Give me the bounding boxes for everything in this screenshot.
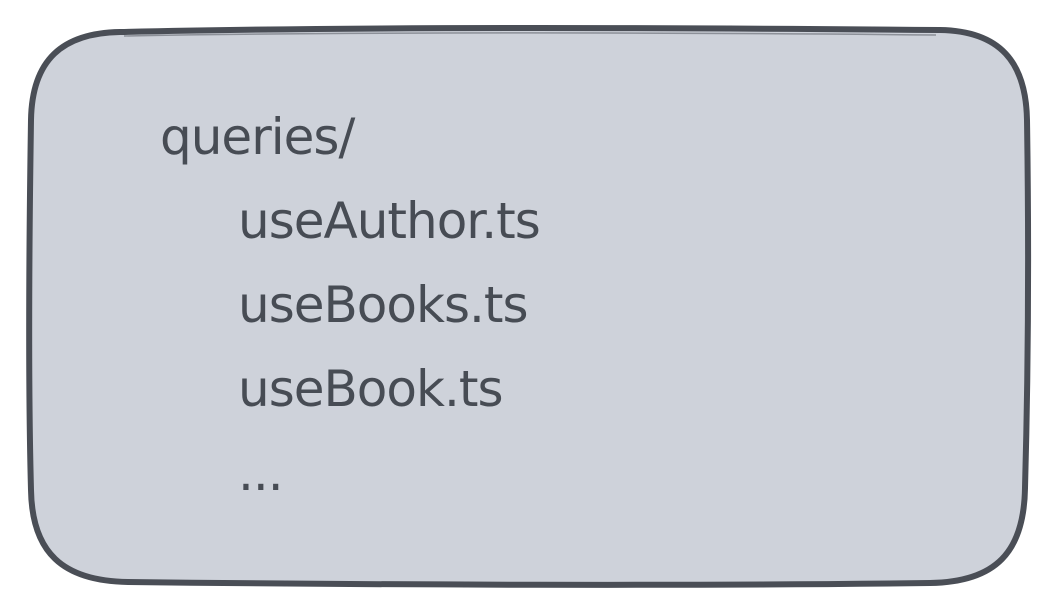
ellipsis-item: ... <box>238 444 284 502</box>
file-tree: queries/ useAuthor.ts useBooks.ts useBoo… <box>0 0 1057 616</box>
file-item: useBook.ts <box>238 360 503 418</box>
file-item: useBooks.ts <box>238 276 529 334</box>
folder-name: queries/ <box>160 108 355 166</box>
file-item: useAuthor.ts <box>238 192 541 250</box>
diagram-canvas: queries/ useAuthor.ts useBooks.ts useBoo… <box>0 0 1057 616</box>
